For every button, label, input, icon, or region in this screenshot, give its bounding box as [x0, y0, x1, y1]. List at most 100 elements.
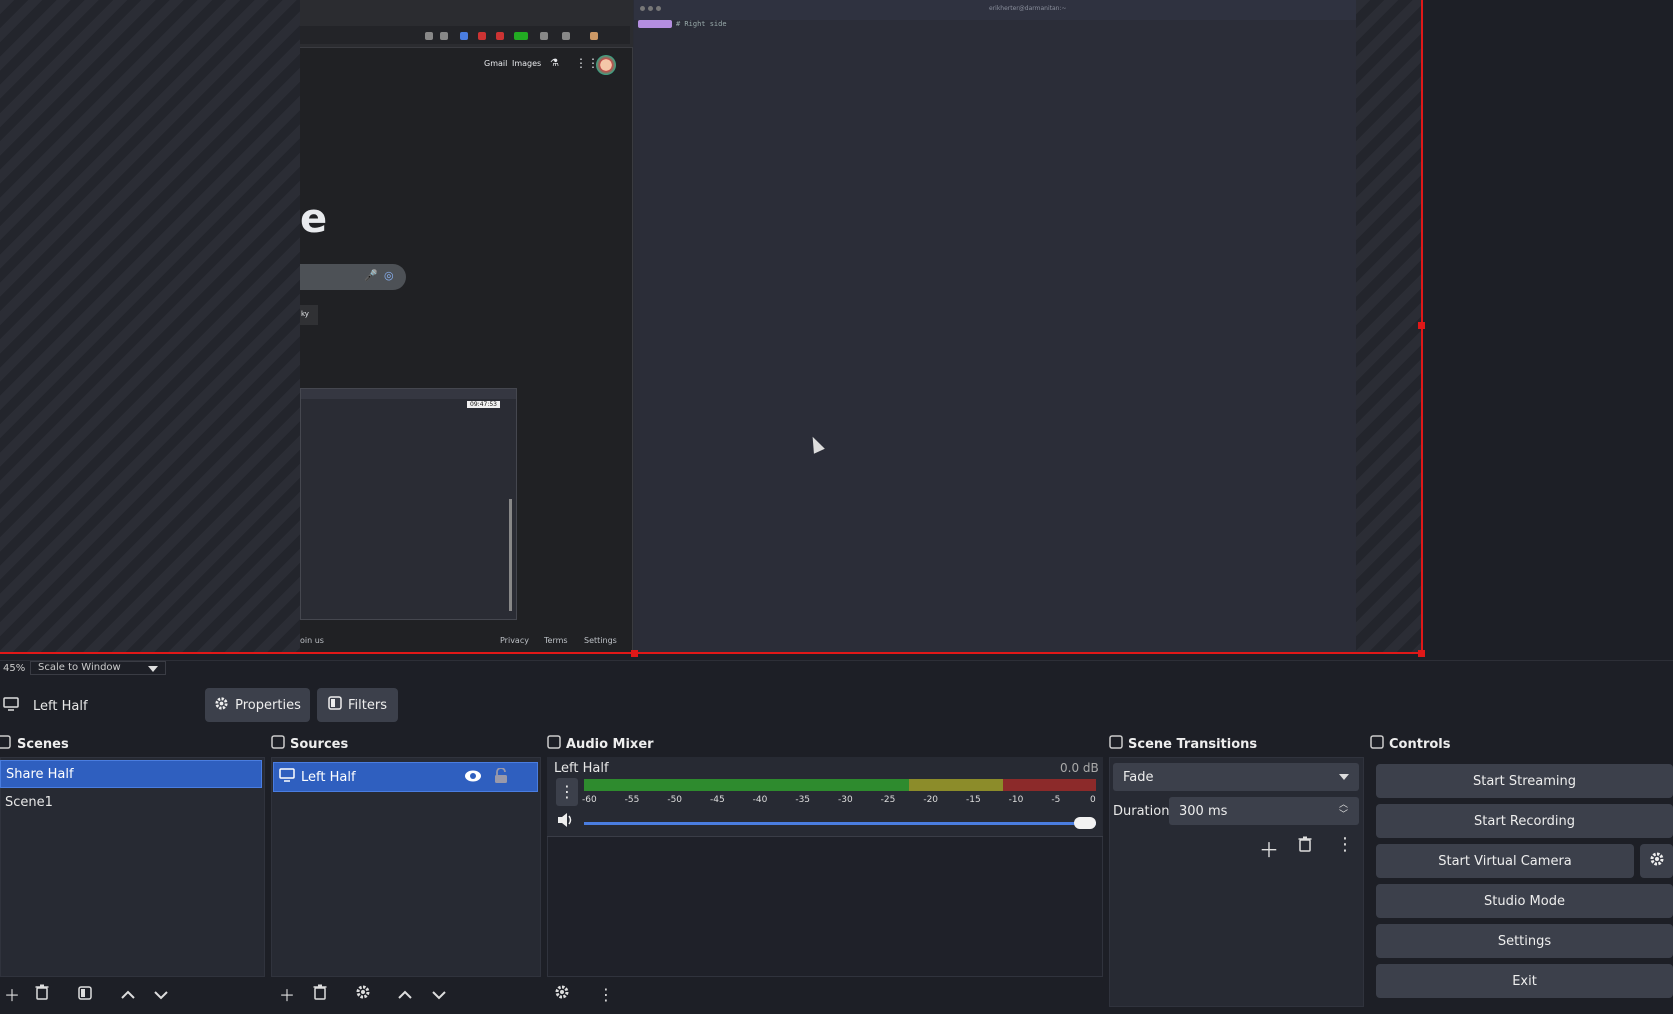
eye-icon[interactable]: [464, 769, 482, 787]
source-bounds-bottom: [0, 652, 1423, 654]
move-scene-up-button[interactable]: [116, 982, 140, 1006]
transitions-body: [1109, 757, 1364, 1007]
settings-button[interactable]: Settings: [1376, 924, 1673, 958]
transition-select[interactable]: Fade: [1113, 763, 1359, 791]
audio-channel-name: Left Half: [554, 761, 609, 776]
source-item[interactable]: Left Half: [273, 762, 538, 792]
scene-item[interactable]: Scene1: [0, 788, 262, 816]
terminal-prompt-text: # Right side: [676, 20, 727, 28]
scene-item[interactable]: Share Half: [0, 760, 262, 788]
transitions-dock-title: Scene Transitions: [1109, 733, 1364, 755]
remove-scene-button[interactable]: [30, 982, 54, 1006]
add-scene-button[interactable]: ＋: [0, 982, 24, 1006]
captured-terminal-window: erikherter@darmanitan:~ # Right side: [634, 0, 1356, 654]
sources-title: Sources: [290, 736, 349, 752]
start-virtual-camera-button[interactable]: Start Virtual Camera: [1376, 844, 1634, 878]
plus-icon: ＋: [1259, 838, 1279, 862]
resize-handle[interactable]: [1418, 650, 1425, 657]
start-streaming-button[interactable]: Start Streaming: [1376, 764, 1673, 798]
terminal-title: erikherter@darmanitan:~: [989, 5, 1067, 12]
filters-button[interactable]: Filters: [317, 688, 398, 722]
trash-icon: [35, 984, 49, 1004]
gear-icon: [554, 984, 570, 1004]
spin-arrows-icon[interactable]: ︿ ﹀: [1339, 800, 1348, 820]
labs-icon: ⚗: [550, 58, 559, 69]
resize-handle[interactable]: [631, 650, 638, 657]
plus-icon: ＋: [3, 986, 20, 1005]
audio-channel-menu-button[interactable]: ⋮: [556, 778, 578, 806]
dock-icon: [0, 735, 12, 753]
monitor-icon: [3, 697, 19, 715]
window-dot-icon: [648, 6, 653, 11]
footer-privacy-link: Privacy: [500, 636, 529, 645]
studio-mode-button[interactable]: Studio Mode: [1376, 884, 1673, 918]
meter-tick-label: -30: [838, 795, 853, 805]
dock-icon: [1370, 735, 1384, 753]
zoom-icon: [425, 32, 433, 40]
transitions-title: Scene Transitions: [1128, 736, 1258, 752]
audio-mixer-menu-button[interactable]: ⋮: [594, 982, 618, 1006]
profile-icon: [590, 32, 598, 40]
meter-red-zone: [1003, 779, 1096, 791]
extension-icon: [478, 32, 486, 40]
clock-text: 09:47:53: [467, 401, 500, 408]
preview-canvas[interactable]: Gmail Images ⚗ ⋮⋮ e 🎤 ◎ ky 09:47:53 oin …: [0, 0, 1673, 662]
chevron-down-icon: [431, 985, 447, 1004]
remove-transition-button[interactable]: [1298, 836, 1312, 856]
google-search-box: 🎤 ◎: [300, 264, 406, 290]
speaker-icon[interactable]: [556, 811, 576, 833]
move-source-down-button[interactable]: [427, 982, 451, 1006]
remove-source-button[interactable]: [308, 982, 332, 1006]
preview-background-left: [0, 0, 300, 654]
scene-filters-button[interactable]: [73, 982, 97, 1006]
prompt-chip: [638, 20, 672, 28]
resize-handle[interactable]: [1418, 322, 1425, 329]
transition-properties-button[interactable]: ⋮: [1336, 834, 1354, 855]
move-source-up-button[interactable]: [393, 982, 417, 1006]
chevron-down-icon[interactable]: [148, 666, 158, 672]
meter-tick-label: -10: [1008, 795, 1024, 805]
transition-select-value: Fade: [1123, 769, 1154, 785]
move-scene-down-button[interactable]: [149, 982, 173, 1006]
virtual-camera-settings-button[interactable]: [1640, 844, 1673, 878]
advanced-audio-properties-button[interactable]: [550, 982, 574, 1006]
scale-mode-select[interactable]: Scale to Window: [30, 661, 166, 675]
duration-spinbox[interactable]: 300 ms ︿ ﹀: [1169, 797, 1359, 825]
scene-item-label: Scene1: [5, 794, 53, 810]
zoom-level: 45%: [3, 663, 26, 674]
add-transition-button[interactable]: ＋: [1259, 834, 1279, 863]
audio-mixer-dock-title: Audio Mixer: [547, 733, 1103, 755]
microphone-icon: 🎤: [364, 269, 378, 282]
gear-icon: [214, 696, 229, 715]
meter-tick-label: -25: [880, 795, 896, 805]
preview-status-bar: [0, 660, 1673, 676]
google-logo-fragment: e: [300, 196, 328, 242]
browser-toolbar: [300, 0, 633, 48]
controls-title: Controls: [1389, 736, 1451, 752]
volume-slider-handle[interactable]: [1074, 817, 1096, 829]
meter-tick-label: -40: [752, 795, 768, 805]
meter-yellow-zone: [908, 779, 1004, 791]
sources-dock-title: Sources: [271, 733, 541, 755]
controls-dock-title: Controls: [1370, 733, 1673, 755]
volume-slider-track[interactable]: [584, 822, 1096, 825]
kebab-menu-icon: ⋮: [598, 984, 614, 1004]
gear-icon: [1649, 851, 1665, 871]
meter-tick-label: -35: [795, 795, 811, 805]
chevron-up-icon: [397, 985, 413, 1004]
meter-tick-label: -20: [923, 795, 939, 805]
trash-icon: [313, 984, 327, 1004]
meter-tick-label: -55: [624, 795, 640, 805]
duration-label: Duration: [1113, 804, 1170, 819]
properties-button[interactable]: Properties: [205, 688, 310, 722]
lock-icon[interactable]: [494, 767, 508, 788]
nested-preview-window: 09:47:53: [300, 388, 517, 620]
add-source-button[interactable]: ＋: [275, 982, 299, 1006]
source-properties-button[interactable]: [351, 982, 375, 1006]
preview-background-right: [1356, 0, 1422, 654]
plus-icon: ＋: [278, 986, 295, 1005]
meter-tick-label: -15: [966, 795, 981, 805]
exit-button[interactable]: Exit: [1376, 964, 1673, 998]
avatar: [596, 55, 616, 75]
start-recording-button[interactable]: Start Recording: [1376, 804, 1673, 838]
